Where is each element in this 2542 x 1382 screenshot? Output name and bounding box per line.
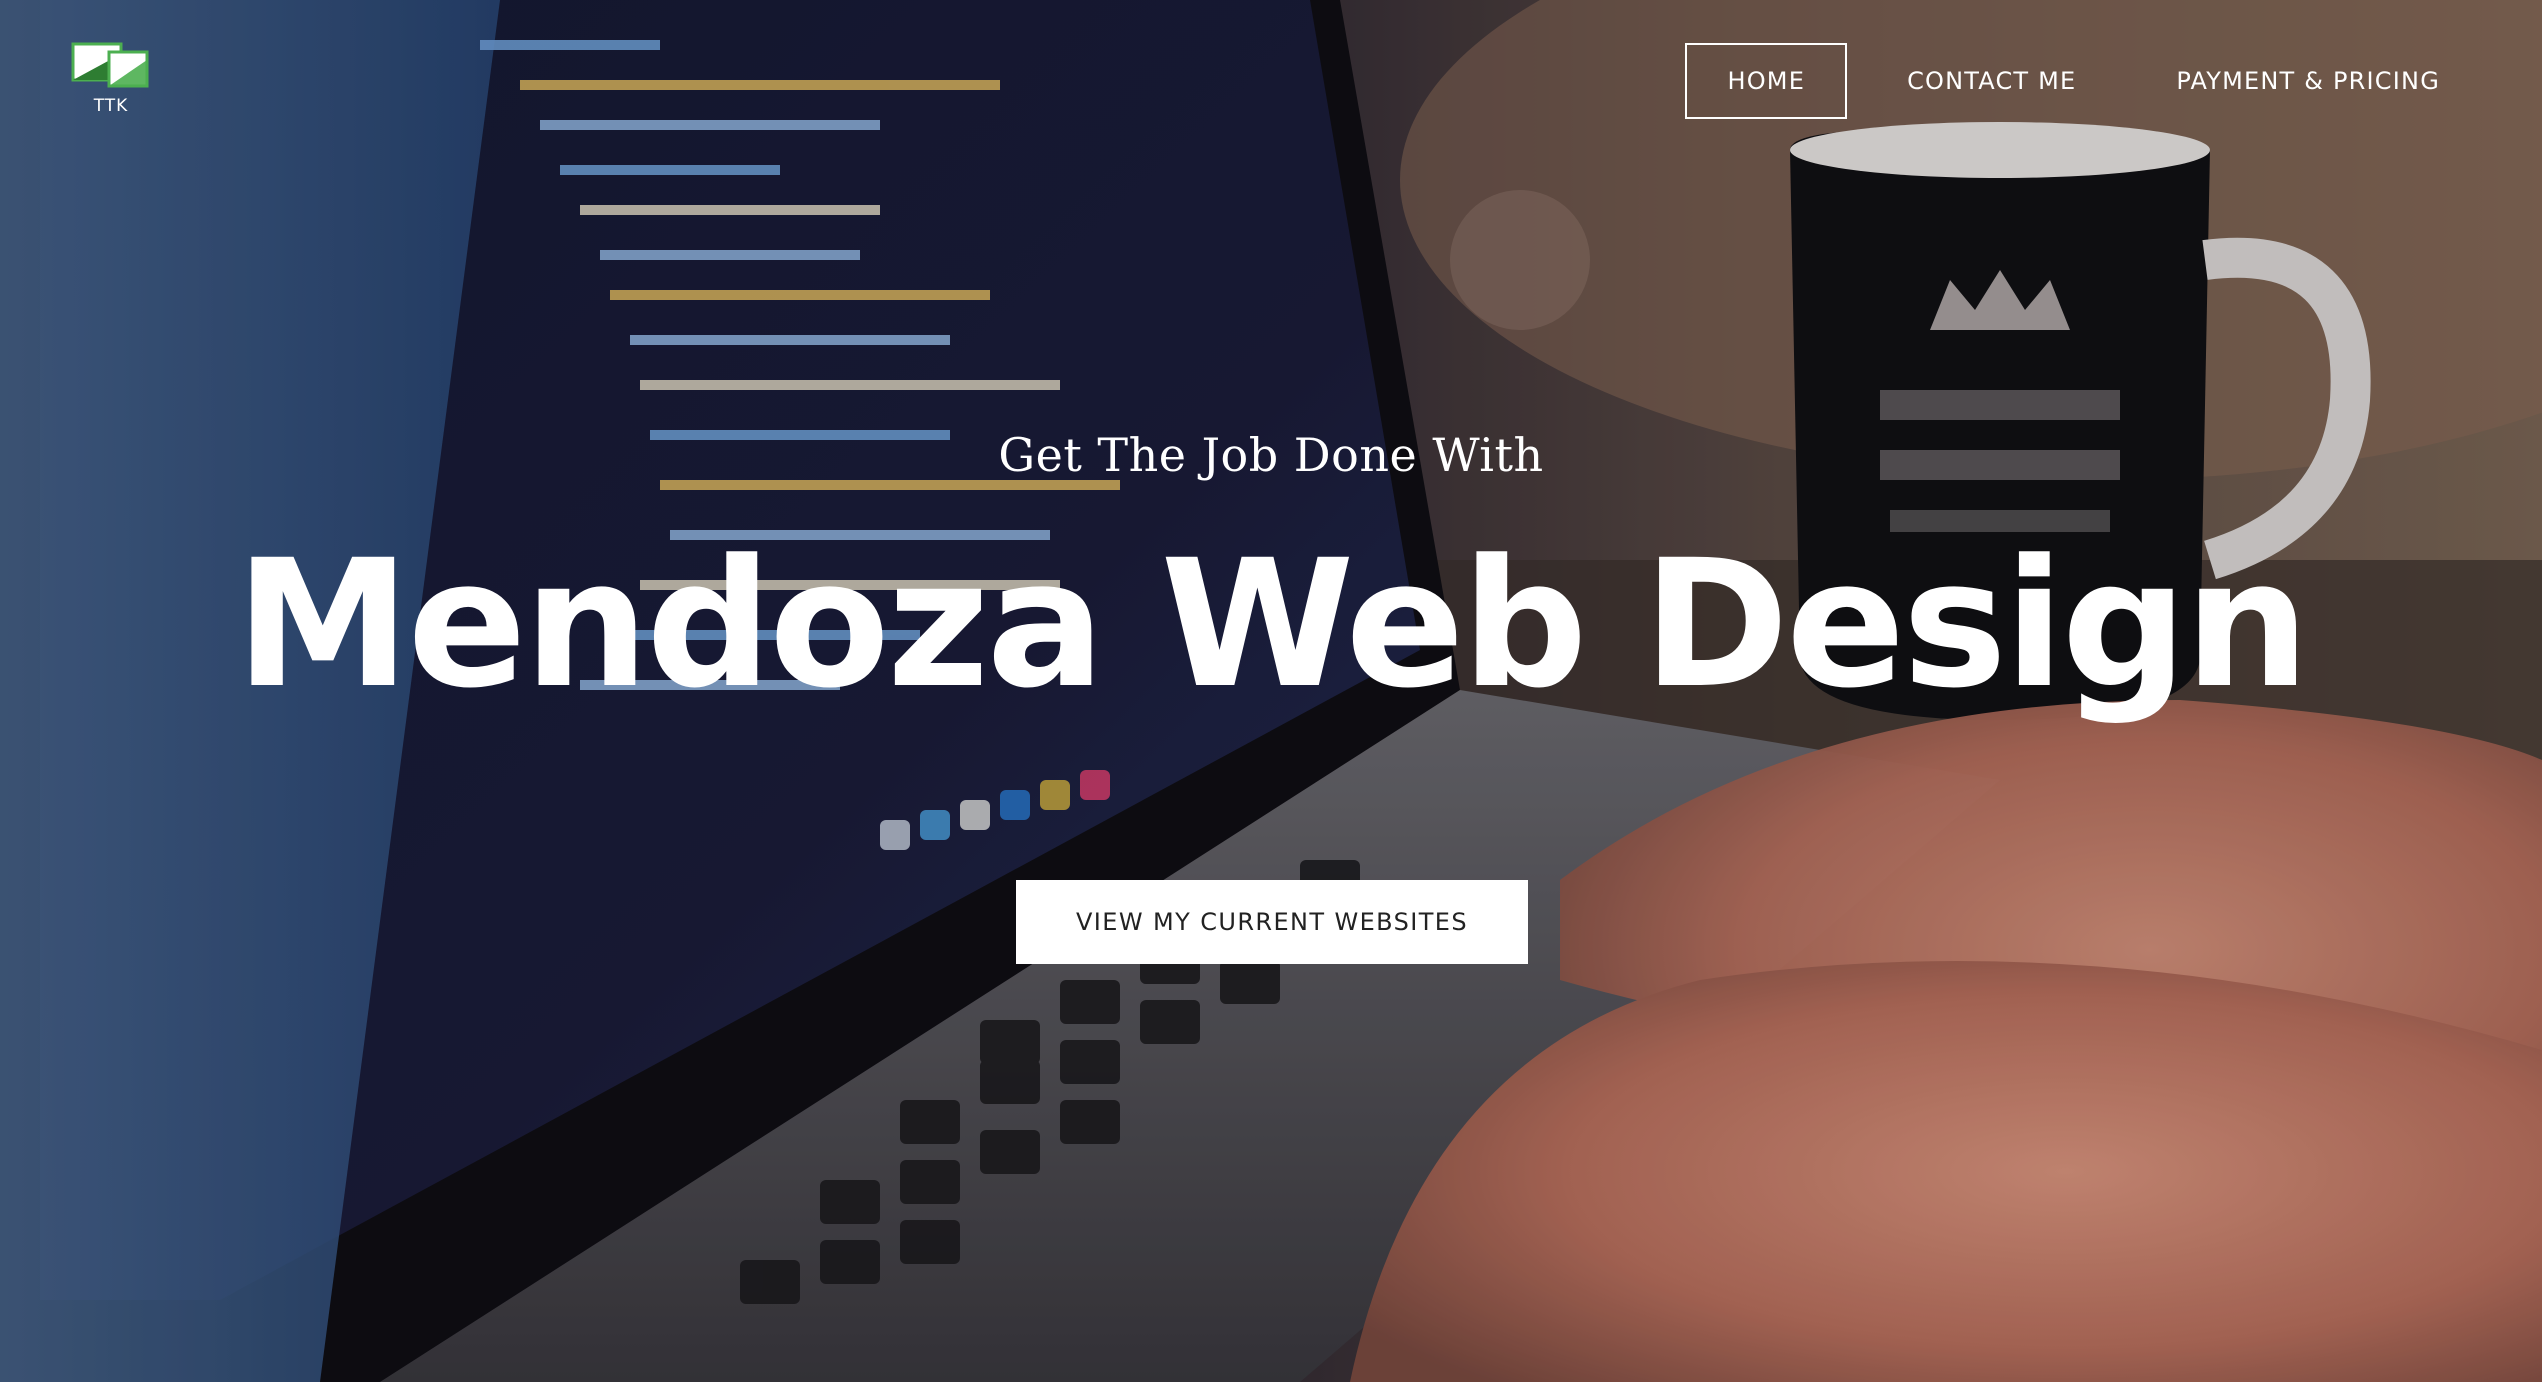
nav-home[interactable]: HOME — [1685, 43, 1848, 119]
logo-icon — [71, 42, 149, 88]
logo-text: TTK — [93, 96, 129, 116]
nav-payment-pricing[interactable]: PAYMENT & PRICING — [2136, 44, 2480, 118]
main-nav: HOME CONTACT ME PAYMENT & PRICING — [1685, 43, 2480, 119]
hero-section: TTK HOME CONTACT ME PAYMENT & PRICING Ge… — [0, 0, 2542, 1382]
hero-title: Mendoza Web Design — [235, 522, 2310, 727]
hero-pretitle: Get The Job Done With — [998, 428, 1544, 482]
view-websites-button[interactable]: VIEW MY CURRENT WEBSITES — [1016, 880, 1528, 964]
nav-contact-me[interactable]: CONTACT ME — [1867, 44, 2116, 118]
site-logo[interactable]: TTK — [70, 40, 152, 116]
